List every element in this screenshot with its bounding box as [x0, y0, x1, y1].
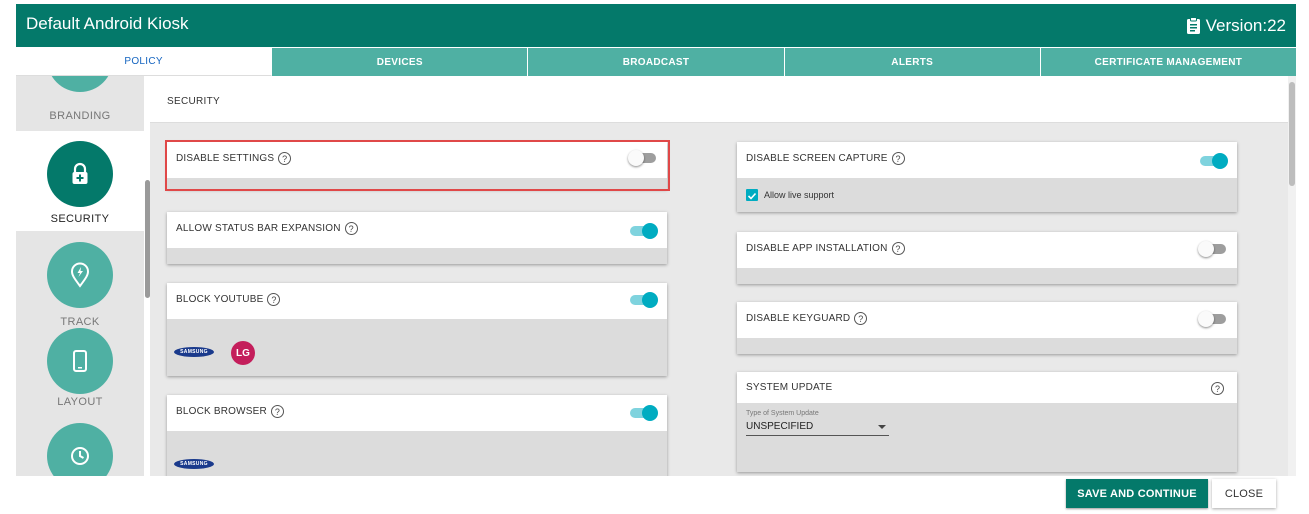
sidebar-item-branding[interactable]: BRANDING: [16, 76, 144, 126]
select-caption: Type of System Update: [746, 410, 819, 417]
chevron-down-icon[interactable]: [878, 425, 886, 429]
help-icon[interactable]: ?: [344, 222, 358, 235]
lg-logo: LG: [231, 341, 255, 365]
sidebar-item-label: LAYOUT: [57, 396, 103, 408]
tab-policy[interactable]: POLICY: [16, 48, 273, 76]
tab-broadcast[interactable]: BROADCAST: [528, 48, 785, 76]
location-pin-icon: [47, 242, 113, 308]
security-panel: SECURITY DISABLE SETTINGS ? ALLOW STATUS…: [150, 76, 1296, 476]
disable-screen-capture-toggle[interactable]: [1198, 153, 1228, 169]
close-button[interactable]: CLOSE: [1212, 479, 1276, 508]
sidebar-item-security[interactable]: SECURITY: [16, 131, 144, 231]
block-youtube-card: BLOCK YOUTUBE ? SAMSUNG LG: [167, 283, 667, 376]
samsung-logo: SAMSUNG: [174, 347, 214, 357]
disable-keyguard-toggle[interactable]: [1198, 311, 1228, 327]
system-update-select[interactable]: UNSPECIFIED: [746, 421, 813, 432]
tab-alerts[interactable]: ALERTS: [784, 48, 1041, 76]
lock-icon: [47, 141, 113, 207]
setting-name: ALLOW STATUS BAR EXPANSION ?: [176, 222, 358, 235]
samsung-logo: SAMSUNG: [174, 459, 214, 469]
setting-name: SYSTEM UPDATE: [746, 382, 833, 393]
phone-icon: [47, 328, 113, 394]
help-icon[interactable]: ?: [854, 312, 868, 325]
block-browser-card: BLOCK BROWSER ? SAMSUNG: [167, 395, 667, 476]
app-title: Default Android Kiosk: [26, 14, 189, 33]
clock-icon: [47, 423, 113, 476]
sidebar-item-layout[interactable]: LAYOUT: [16, 326, 144, 426]
help-icon[interactable]: ?: [270, 405, 284, 418]
select-underline: [746, 435, 889, 436]
branding-icon: [47, 76, 113, 92]
help-icon[interactable]: ?: [891, 152, 905, 165]
allow-live-support-label: Allow live support: [764, 190, 835, 200]
sidebar-item-label: BRANDING: [49, 110, 111, 122]
kiosk-window: Default Android Kiosk Version:22 POLICY …: [16, 4, 1296, 476]
setting-name: DISABLE KEYGUARD ?: [746, 312, 868, 325]
clipboard-icon: [1186, 17, 1200, 34]
sidebar-item-label: SECURITY: [50, 213, 110, 225]
setting-name: DISABLE APP INSTALLATION ?: [746, 242, 905, 255]
allow-live-support-checkbox[interactable]: [746, 189, 758, 201]
tab-devices[interactable]: DEVICES: [272, 48, 529, 76]
disable-screen-capture-card: DISABLE SCREEN CAPTURE ? Allow live supp…: [737, 142, 1237, 212]
main-scrollbar-track: [1288, 76, 1296, 476]
section-header: SECURITY: [150, 76, 1288, 123]
allow-status-bar-toggle[interactable]: [628, 223, 658, 239]
title-bar: Default Android Kiosk Version:22: [16, 4, 1296, 47]
version-label: Version:22: [1205, 16, 1286, 35]
block-youtube-toggle[interactable]: [628, 292, 658, 308]
help-icon[interactable]: ?: [267, 293, 281, 306]
save-and-continue-button[interactable]: SAVE AND CONTINUE: [1066, 479, 1208, 508]
disable-keyguard-card: DISABLE KEYGUARD ?: [737, 302, 1237, 354]
main-tabs: POLICY DEVICES BROADCAST ALERTS CERTIFIC…: [16, 48, 1296, 76]
help-icon[interactable]: ?: [1211, 382, 1224, 395]
tab-certificate-management[interactable]: CERTIFICATE MANAGEMENT: [1040, 48, 1296, 76]
sidebar-item-track[interactable]: TRACK: [16, 234, 144, 334]
system-update-card: SYSTEM UPDATE ? Type of System Update UN…: [737, 372, 1237, 472]
version-display: Version:22: [1186, 16, 1286, 36]
help-icon[interactable]: ?: [891, 242, 905, 255]
setting-name: DISABLE SCREEN CAPTURE ?: [746, 152, 905, 165]
section-title: SECURITY: [167, 96, 220, 107]
setting-name: BLOCK YOUTUBE ?: [176, 293, 281, 306]
sidebar-item-schedule[interactable]: [16, 416, 144, 476]
disable-app-installation-card: DISABLE APP INSTALLATION ?: [737, 232, 1237, 284]
checkmark-icon: [747, 192, 757, 200]
block-browser-toggle[interactable]: [628, 405, 658, 421]
disable-app-installation-toggle[interactable]: [1198, 241, 1228, 257]
policy-sidebar: BRANDING SECURITY TRACK LAYOUT: [16, 76, 144, 476]
highlight-box: [165, 140, 670, 191]
allow-status-bar-card: ALLOW STATUS BAR EXPANSION ?: [167, 212, 667, 264]
main-scrollbar[interactable]: [1289, 82, 1295, 186]
setting-name: BLOCK BROWSER ?: [176, 405, 284, 418]
